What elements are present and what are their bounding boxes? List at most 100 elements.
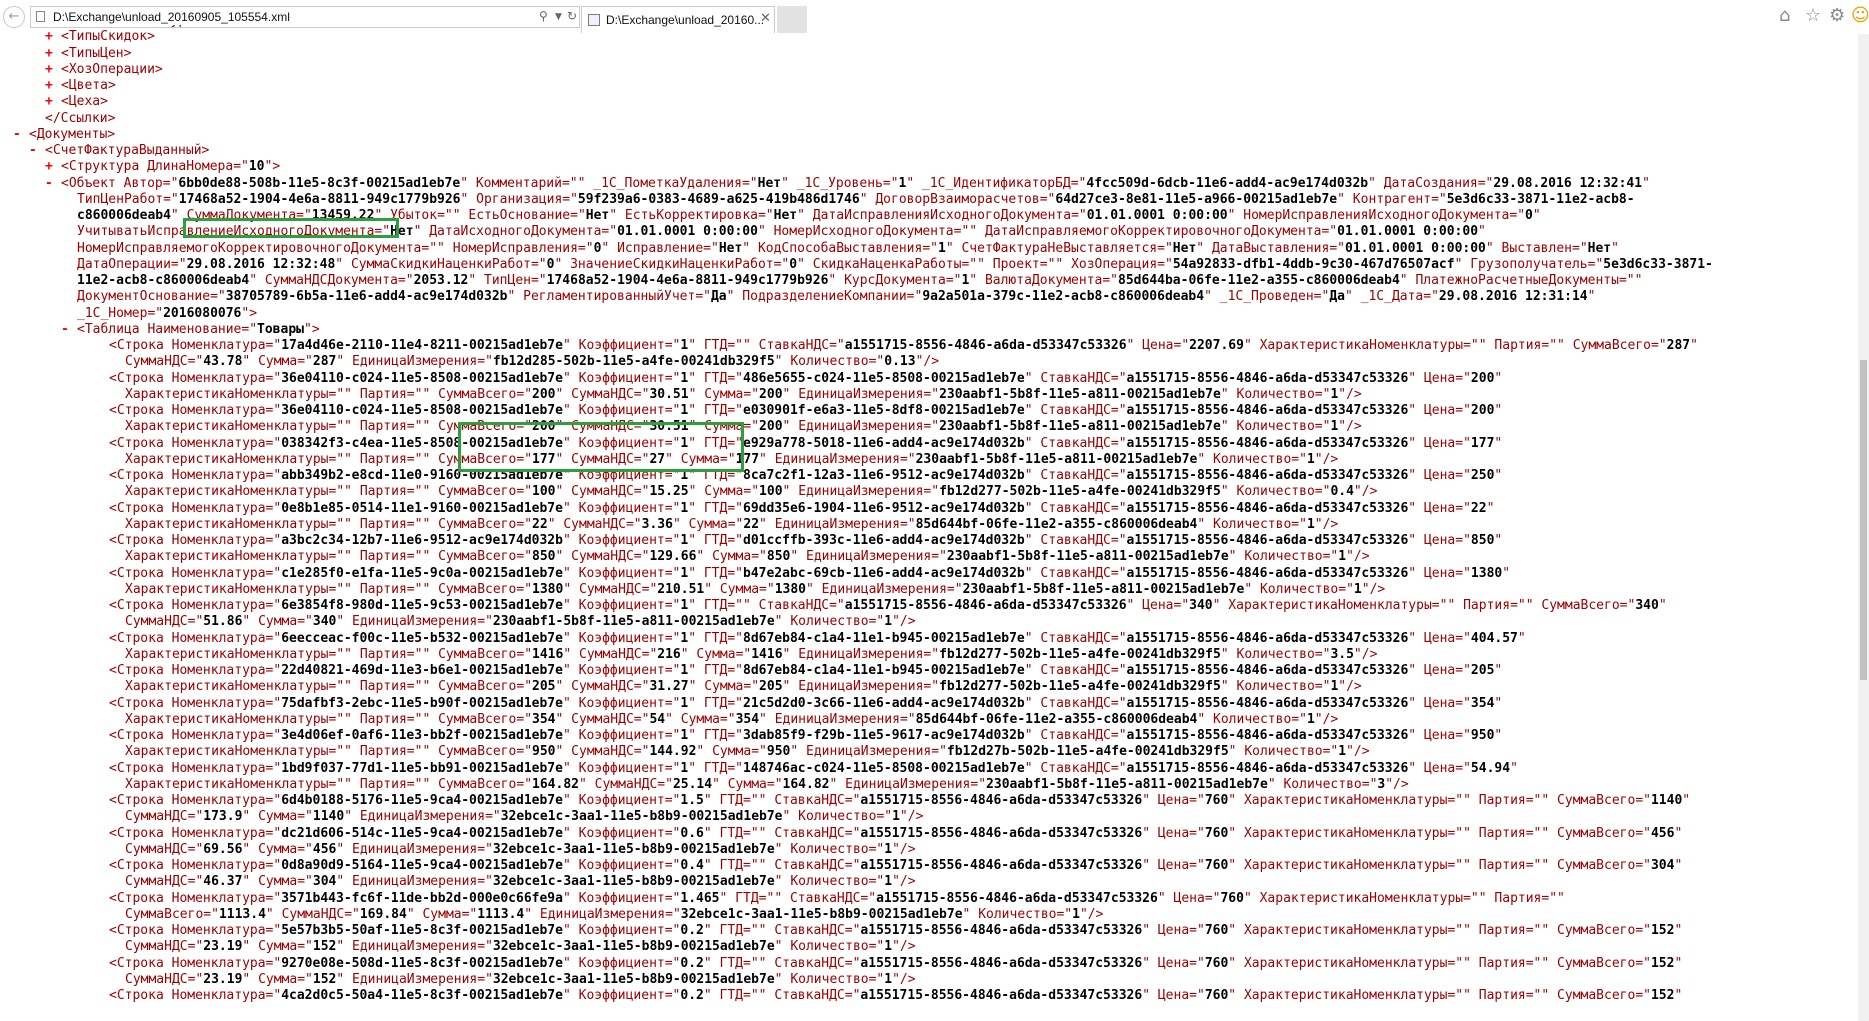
xml-line: СуммаНДС="46.37" Сумма="304" ЕдиницаИзме…	[0, 874, 1713, 890]
expand-toggle[interactable]: +	[45, 78, 61, 94]
xml-markup: ="	[946, 581, 963, 597]
xml-markup: "	[1126, 338, 1143, 353]
xml-line: 11e2-acb8-c860006deab4" СуммаНДСДокумент…	[0, 273, 1713, 289]
collapse-toggle[interactable]: -	[45, 176, 61, 192]
xml-attribute: ГТД	[703, 500, 728, 516]
xml-value: 1	[1072, 906, 1080, 922]
gear-icon[interactable]: ⚙	[1829, 5, 1845, 26]
xml-attribute: Номенклатура	[171, 923, 266, 938]
xml-attribute: ВалютаДокумента	[984, 273, 1103, 288]
xml-markup: "	[344, 549, 360, 565]
xml-attribute: ТипЦенРабот	[77, 191, 164, 207]
expand-toggle[interactable]: +	[45, 62, 61, 78]
xml-value: 1416	[751, 646, 783, 662]
scrollbar-thumb[interactable]	[1860, 360, 1867, 680]
xml-attribute: СуммаВсего	[438, 581, 517, 597]
xml-attribute: Количество	[1236, 484, 1315, 500]
xml-attribute: Номенклатура	[171, 793, 266, 808]
xml-markup: ="	[1431, 598, 1448, 613]
expand-toggle[interactable]: +	[45, 46, 61, 62]
xml-value: 69.56	[203, 841, 243, 857]
xml-markup: <Строка	[109, 468, 172, 483]
xml-markup: ="	[625, 516, 642, 532]
xml-value: 3e4d06ef-0af6-11e3-bb2f-00215ad1eb7e	[281, 728, 563, 743]
xml-markup: ="	[931, 744, 947, 760]
xml-markup: "	[1408, 663, 1424, 678]
xml-attribute: ДоговорВзаиморасчетов	[875, 191, 1040, 207]
xml-attribute: Коэффициент	[578, 923, 665, 938]
xml-value: 5e3d6c33-3871-	[1603, 256, 1713, 272]
expand-toggle[interactable]: +	[45, 29, 61, 45]
xml-value: 9270e08e-508d-11e5-8c3f-00215ad1eb7e	[281, 955, 563, 971]
xml-attribute: Партия	[359, 516, 407, 532]
xml-markup: ="	[147, 305, 164, 321]
xml-line: <Строка Номенклатура="0d8a90d9-5164-11e5…	[0, 858, 1713, 874]
xml-markup: ="	[328, 484, 345, 500]
xml-value: 54.94	[1470, 760, 1511, 776]
xml-markup: "	[1212, 598, 1229, 613]
smiley-icon[interactable]: ☺	[1851, 5, 1869, 26]
xml-markup: ="	[1455, 663, 1471, 678]
xml-markup: ="	[1189, 955, 1205, 971]
xml-markup: "	[759, 516, 775, 532]
xml-markup: ="	[727, 533, 743, 548]
xml-line: <Строка Номенклатура="75dafbf3-2ebc-11e5…	[0, 696, 1713, 712]
xml-markup: ="	[844, 825, 861, 841]
xml-attribute: Партия	[359, 581, 407, 597]
xml-markup: "	[758, 988, 775, 1003]
xml-markup: ="	[664, 695, 681, 711]
xml-markup: "	[1634, 273, 1643, 288]
collapse-toggle[interactable]: -	[13, 127, 29, 143]
address-text[interactable]: D:\Exchange\unload_20160905_105554.xml	[53, 10, 290, 24]
xml-value: 200	[759, 419, 783, 435]
xml-markup: "	[265, 906, 282, 922]
xml-markup: <Строка	[109, 533, 172, 548]
refresh-icon[interactable]: ↻	[567, 9, 577, 23]
xml-markup: "	[336, 841, 353, 857]
xml-markup: ="	[397, 273, 414, 288]
expand-toggle[interactable]: +	[45, 94, 61, 110]
xml-value: 173.9	[203, 809, 243, 825]
chevron-down-icon[interactable]: ▼	[555, 12, 562, 22]
xml-attribute: СтавкаНДС	[774, 858, 845, 873]
xml-value: 0.2	[680, 988, 704, 1003]
xml-markup: ="	[1587, 256, 1604, 272]
xml-markup: ="	[741, 175, 758, 191]
xml-markup: "	[344, 419, 360, 435]
xml-markup: "	[460, 175, 476, 191]
xml-markup: "	[609, 208, 625, 223]
xml-markup: "	[758, 858, 775, 873]
close-icon[interactable]: ✕	[760, 11, 771, 26]
collapse-toggle[interactable]: -	[29, 143, 45, 159]
xml-markup: ="	[1455, 695, 1471, 711]
xml-markup: "	[688, 386, 705, 402]
xml-attribute: ЕдиницаИзмерения	[352, 939, 478, 955]
xml-attribute: ЕдиницаИзмерения	[352, 874, 478, 890]
expand-toggle[interactable]: +	[45, 159, 61, 175]
xml-attribute: Сумма	[422, 906, 462, 922]
xml-markup: ="	[1463, 890, 1479, 906]
home-icon[interactable]: ⌂	[1779, 5, 1790, 26]
xml-markup: ="	[923, 386, 940, 402]
xml-markup: ="	[844, 955, 861, 971]
xml-value: 950	[532, 744, 556, 760]
xml-markup: ="	[265, 988, 282, 1003]
xml-markup: ="	[727, 565, 743, 581]
xml-markup: "	[743, 338, 759, 353]
xml-attribute: Количество	[1244, 744, 1323, 760]
xml-markup: ="	[1110, 695, 1127, 711]
collapse-toggle[interactable]: -	[61, 322, 77, 338]
xml-attribute: Количество	[1236, 679, 1315, 695]
xml-markup: ="	[727, 663, 743, 678]
search-icon[interactable]: ⚲	[539, 9, 548, 23]
star-icon[interactable]: ☆	[1805, 5, 1821, 26]
xml-value: 152	[312, 971, 337, 987]
xml-markup: ="	[601, 224, 618, 240]
xml-markup: ="	[170, 256, 187, 272]
xml-markup: ="	[923, 679, 940, 695]
xml-attribute: ХарактеристикаНоменклатуры	[1243, 988, 1448, 1003]
xml-value: 100	[759, 484, 783, 500]
xml-markup: "	[344, 679, 360, 695]
xml-attribute: ГТД	[719, 858, 743, 873]
xml-value: 1380	[1470, 565, 1503, 581]
